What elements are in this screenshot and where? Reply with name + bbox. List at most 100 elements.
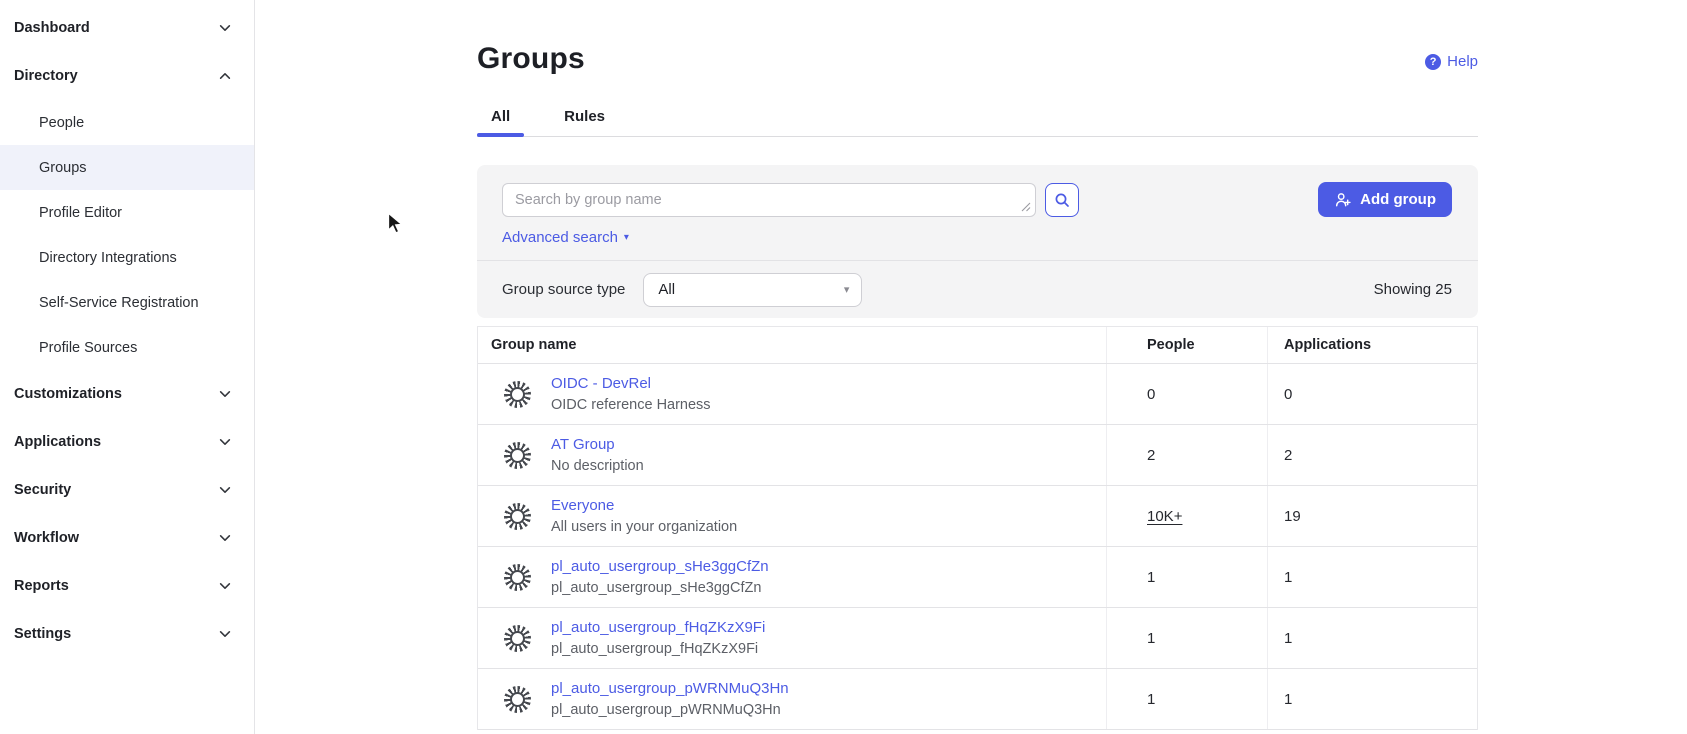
applications-count: 1 <box>1267 669 1477 729</box>
sidebar-item-label: Dashboard <box>14 20 90 36</box>
people-count: 1 <box>1106 608 1267 668</box>
sidebar-item-security[interactable]: Security <box>0 466 254 514</box>
group-description: All users in your organization <box>551 519 737 535</box>
page-title: Groups <box>477 42 1478 76</box>
chevron-down-icon <box>218 21 232 35</box>
sidebar-item-label: Customizations <box>14 386 122 402</box>
sidebar-item-directory-integrations[interactable]: Directory Integrations <box>0 235 254 280</box>
sidebar-item-dashboard[interactable]: Dashboard <box>0 4 254 52</box>
table-row: Everyone All users in your organization … <box>478 486 1477 547</box>
add-group-icon <box>1334 191 1352 209</box>
advanced-search-label: Advanced search <box>502 229 618 246</box>
people-count-link[interactable]: 10K+ <box>1106 486 1267 546</box>
people-count: 1 <box>1106 547 1267 607</box>
column-header-people: People <box>1106 327 1267 363</box>
group-icon <box>504 686 531 713</box>
group-icon <box>504 381 531 408</box>
applications-count: 0 <box>1267 364 1477 424</box>
sidebar-item-self-service-registration[interactable]: Self-Service Registration <box>0 280 254 325</box>
sidebar-item-label: Self-Service Registration <box>39 295 199 311</box>
chevron-down-icon <box>218 483 232 497</box>
applications-count: 19 <box>1267 486 1477 546</box>
sidebar-item-label: Workflow <box>14 530 79 546</box>
table-header-row: Group name People Applications <box>478 327 1477 364</box>
filter-row: Group source type All ▾ Showing 25 <box>477 261 1478 318</box>
group-description: pl_auto_usergroup_pWRNMuQ3Hn <box>551 702 789 718</box>
search-icon <box>1054 192 1070 208</box>
group-description: OIDC reference Harness <box>551 397 711 413</box>
sidebar-item-label: People <box>39 115 84 131</box>
group-description: pl_auto_usergroup_fHqZKzX9Fi <box>551 641 765 657</box>
applications-count: 2 <box>1267 425 1477 485</box>
group-icon <box>504 503 531 530</box>
sidebar-item-workflow[interactable]: Workflow <box>0 514 254 562</box>
help-icon: ? <box>1425 54 1441 70</box>
filter-panel: Add group Advanced search ▾ Group source… <box>477 165 1478 318</box>
sidebar-item-applications[interactable]: Applications <box>0 418 254 466</box>
applications-count: 1 <box>1267 608 1477 668</box>
group-name-link[interactable]: pl_auto_usergroup_sHe3ggCfZn <box>551 558 769 575</box>
tab-all[interactable]: All <box>477 100 524 136</box>
main-content: ? Help Groups All Rules Add group <box>255 0 1687 734</box>
chevron-down-icon <box>218 387 232 401</box>
group-source-type-select[interactable]: All ▾ <box>643 273 862 307</box>
add-group-button[interactable]: Add group <box>1318 182 1452 217</box>
sidebar-item-label: Directory <box>14 68 78 84</box>
group-icon <box>504 564 531 591</box>
sidebar-item-customizations[interactable]: Customizations <box>0 370 254 418</box>
resize-grip-icon[interactable] <box>1021 202 1031 212</box>
group-name-link[interactable]: pl_auto_usergroup_pWRNMuQ3Hn <box>551 680 789 697</box>
people-count: 0 <box>1106 364 1267 424</box>
advanced-search-link[interactable]: Advanced search ▾ <box>502 229 629 246</box>
dropdown-value: All <box>658 281 675 298</box>
search-button[interactable] <box>1045 183 1079 217</box>
group-icon <box>504 442 531 469</box>
chevron-down-icon <box>218 531 232 545</box>
chevron-down-icon <box>218 435 232 449</box>
sidebar-item-directory[interactable]: Directory <box>0 52 254 100</box>
table-row: AT Group No description 2 2 <box>478 425 1477 486</box>
showing-count: Showing 25 <box>1374 281 1452 298</box>
group-description: pl_auto_usergroup_sHe3ggCfZn <box>551 580 769 596</box>
sidebar-item-label: Groups <box>39 160 87 176</box>
caret-down-icon: ▾ <box>624 232 629 243</box>
sidebar-item-profile-sources[interactable]: Profile Sources <box>0 325 254 370</box>
sidebar-item-label: Profile Editor <box>39 205 122 221</box>
sidebar-item-label: Profile Sources <box>39 340 137 356</box>
chevron-up-icon <box>218 69 232 83</box>
group-name-link[interactable]: pl_auto_usergroup_fHqZKzX9Fi <box>551 619 765 636</box>
column-header-applications: Applications <box>1267 327 1477 363</box>
help-label: Help <box>1447 53 1478 70</box>
sidebar-item-groups[interactable]: Groups <box>0 145 254 190</box>
group-name-link[interactable]: Everyone <box>551 497 737 514</box>
sidebar-item-label: Settings <box>14 626 71 642</box>
groups-table: Group name People Applications OIDC - De… <box>477 326 1478 730</box>
caret-down-icon: ▾ <box>844 283 850 296</box>
group-name-link[interactable]: AT Group <box>551 436 644 453</box>
help-link[interactable]: ? Help <box>1425 53 1478 70</box>
applications-count: 1 <box>1267 547 1477 607</box>
sidebar-item-label: Applications <box>14 434 101 450</box>
table-row: pl_auto_usergroup_fHqZKzX9Fi pl_auto_use… <box>478 608 1477 669</box>
tab-bar: All Rules <box>477 100 1478 137</box>
sidebar-item-label: Directory Integrations <box>39 250 177 266</box>
search-input[interactable] <box>502 183 1036 217</box>
sidebar-item-settings[interactable]: Settings <box>0 610 254 658</box>
sidebar: Dashboard Directory People Groups Profil… <box>0 0 255 734</box>
table-row: pl_auto_usergroup_sHe3ggCfZn pl_auto_use… <box>478 547 1477 608</box>
add-group-label: Add group <box>1360 191 1436 208</box>
search-section: Add group Advanced search ▾ <box>477 165 1478 261</box>
group-icon <box>504 625 531 652</box>
people-count: 1 <box>1106 669 1267 729</box>
sidebar-item-people[interactable]: People <box>0 100 254 145</box>
table-row: pl_auto_usergroup_pWRNMuQ3Hn pl_auto_use… <box>478 669 1477 730</box>
group-source-type-label: Group source type <box>502 281 625 298</box>
sidebar-item-reports[interactable]: Reports <box>0 562 254 610</box>
tab-rules[interactable]: Rules <box>550 100 619 136</box>
chevron-down-icon <box>218 579 232 593</box>
group-description: No description <box>551 458 644 474</box>
chevron-down-icon <box>218 627 232 641</box>
sidebar-item-profile-editor[interactable]: Profile Editor <box>0 190 254 235</box>
people-count: 2 <box>1106 425 1267 485</box>
group-name-link[interactable]: OIDC - DevRel <box>551 375 711 392</box>
